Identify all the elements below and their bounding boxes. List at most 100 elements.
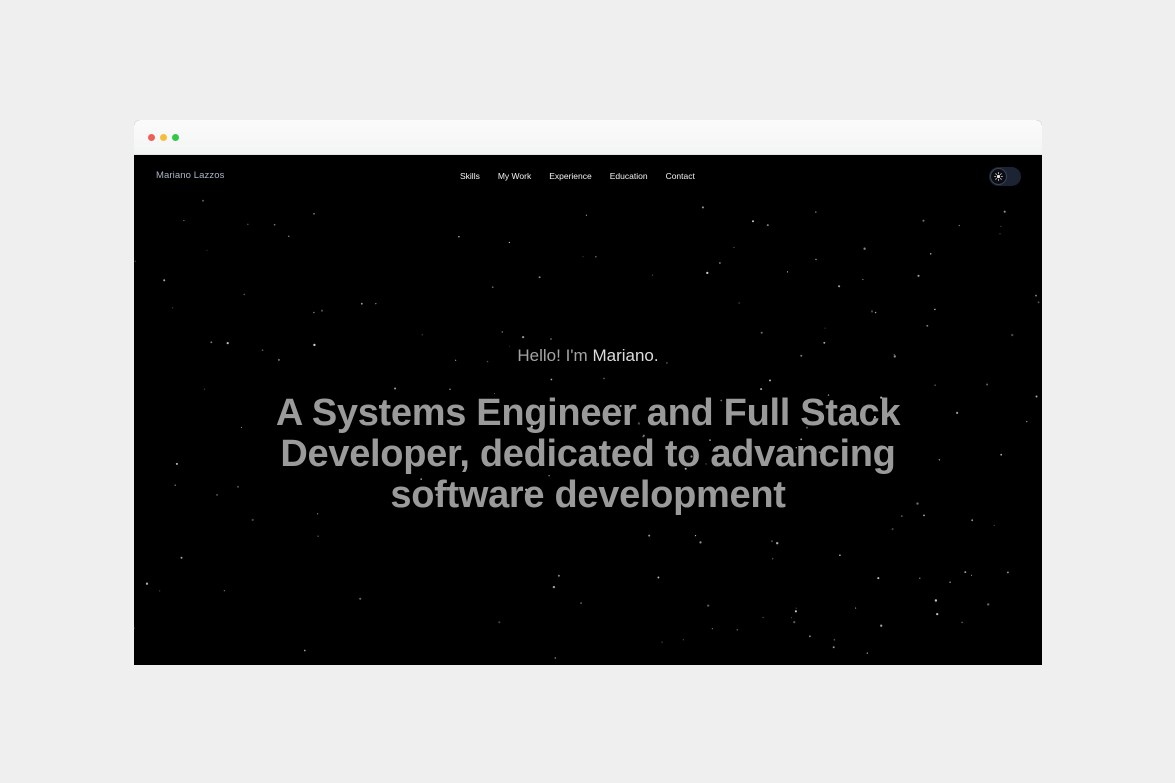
star xyxy=(134,260,136,263)
star xyxy=(375,302,377,305)
star xyxy=(776,542,779,545)
star xyxy=(815,211,817,213)
brand-link[interactable]: Mariano Lazzos xyxy=(156,170,224,181)
star xyxy=(1000,225,1002,227)
star xyxy=(815,258,817,261)
star xyxy=(880,624,883,627)
star xyxy=(987,603,990,606)
star xyxy=(491,286,494,289)
star xyxy=(288,235,290,237)
star xyxy=(202,199,204,202)
theme-toggle[interactable] xyxy=(989,167,1021,186)
star xyxy=(771,558,774,560)
star xyxy=(661,641,663,643)
star xyxy=(554,657,557,659)
star xyxy=(760,331,763,334)
star xyxy=(922,219,925,222)
browser-window: Mariano Lazzos Skills My Work Experience… xyxy=(134,120,1042,665)
star xyxy=(273,223,276,226)
star xyxy=(682,639,685,641)
star xyxy=(360,302,363,305)
star xyxy=(752,220,754,223)
star xyxy=(961,621,963,624)
maximize-window-icon[interactable] xyxy=(172,134,179,141)
top-navbar: Mariano Lazzos Skills My Work Experience… xyxy=(134,155,1042,199)
star xyxy=(838,285,841,288)
star xyxy=(770,540,773,543)
star xyxy=(824,327,826,329)
star xyxy=(793,621,796,624)
star xyxy=(891,528,894,531)
star xyxy=(1011,333,1014,337)
star xyxy=(359,597,362,600)
star xyxy=(134,627,135,629)
star xyxy=(870,310,874,313)
star xyxy=(421,334,423,336)
browser-titlebar xyxy=(134,120,1042,155)
star xyxy=(303,649,306,652)
star xyxy=(832,646,835,649)
star xyxy=(552,585,556,589)
nav-link-education[interactable]: Education xyxy=(610,171,648,181)
nav-link-my-work[interactable]: My Work xyxy=(498,171,531,181)
star xyxy=(790,617,792,619)
nav-links: Skills My Work Experience Education Cont… xyxy=(460,171,713,181)
star xyxy=(145,582,149,585)
star xyxy=(866,652,868,654)
star xyxy=(971,519,974,522)
star xyxy=(159,590,161,592)
star xyxy=(521,335,525,339)
star xyxy=(651,274,654,276)
star xyxy=(580,602,583,605)
star xyxy=(595,256,597,258)
greeting-prefix: Hello! I'm xyxy=(517,346,588,365)
star xyxy=(251,518,254,522)
star xyxy=(917,274,920,277)
sun-icon xyxy=(994,172,1003,181)
star xyxy=(934,308,936,311)
star xyxy=(970,574,973,576)
star xyxy=(823,341,826,344)
nav-link-skills[interactable]: Skills xyxy=(460,171,480,181)
star xyxy=(711,628,713,630)
hero-title: A Systems Engineer and Full Stack Develo… xyxy=(275,392,901,516)
star xyxy=(839,554,841,557)
star xyxy=(786,271,789,273)
star xyxy=(538,276,541,279)
star xyxy=(557,574,560,577)
star xyxy=(719,262,721,264)
star xyxy=(1037,301,1040,304)
star xyxy=(993,524,995,527)
star xyxy=(171,307,174,309)
minimize-window-icon[interactable] xyxy=(160,134,167,141)
star xyxy=(226,342,229,345)
star xyxy=(736,628,739,631)
hero-section: Hello! I'm Mariano. A Systems Engineer a… xyxy=(134,345,1042,516)
star xyxy=(550,338,552,340)
star xyxy=(1006,571,1009,574)
star xyxy=(223,590,226,592)
nav-link-contact[interactable]: Contact xyxy=(666,171,695,181)
star xyxy=(313,212,315,215)
star xyxy=(949,581,951,584)
star xyxy=(855,607,857,609)
star xyxy=(247,223,249,225)
star xyxy=(794,610,797,613)
star xyxy=(183,220,185,222)
nav-link-experience[interactable]: Experience xyxy=(549,171,592,181)
star xyxy=(762,616,764,619)
star xyxy=(206,249,208,251)
star xyxy=(919,577,921,579)
star xyxy=(809,635,811,638)
star xyxy=(877,577,880,580)
star xyxy=(320,309,324,312)
star xyxy=(958,224,961,227)
star xyxy=(862,279,864,281)
star xyxy=(210,341,213,344)
star xyxy=(936,612,939,616)
star xyxy=(498,621,501,624)
star xyxy=(926,324,929,327)
close-window-icon[interactable] xyxy=(148,134,155,141)
star xyxy=(863,247,866,250)
star xyxy=(833,638,836,641)
